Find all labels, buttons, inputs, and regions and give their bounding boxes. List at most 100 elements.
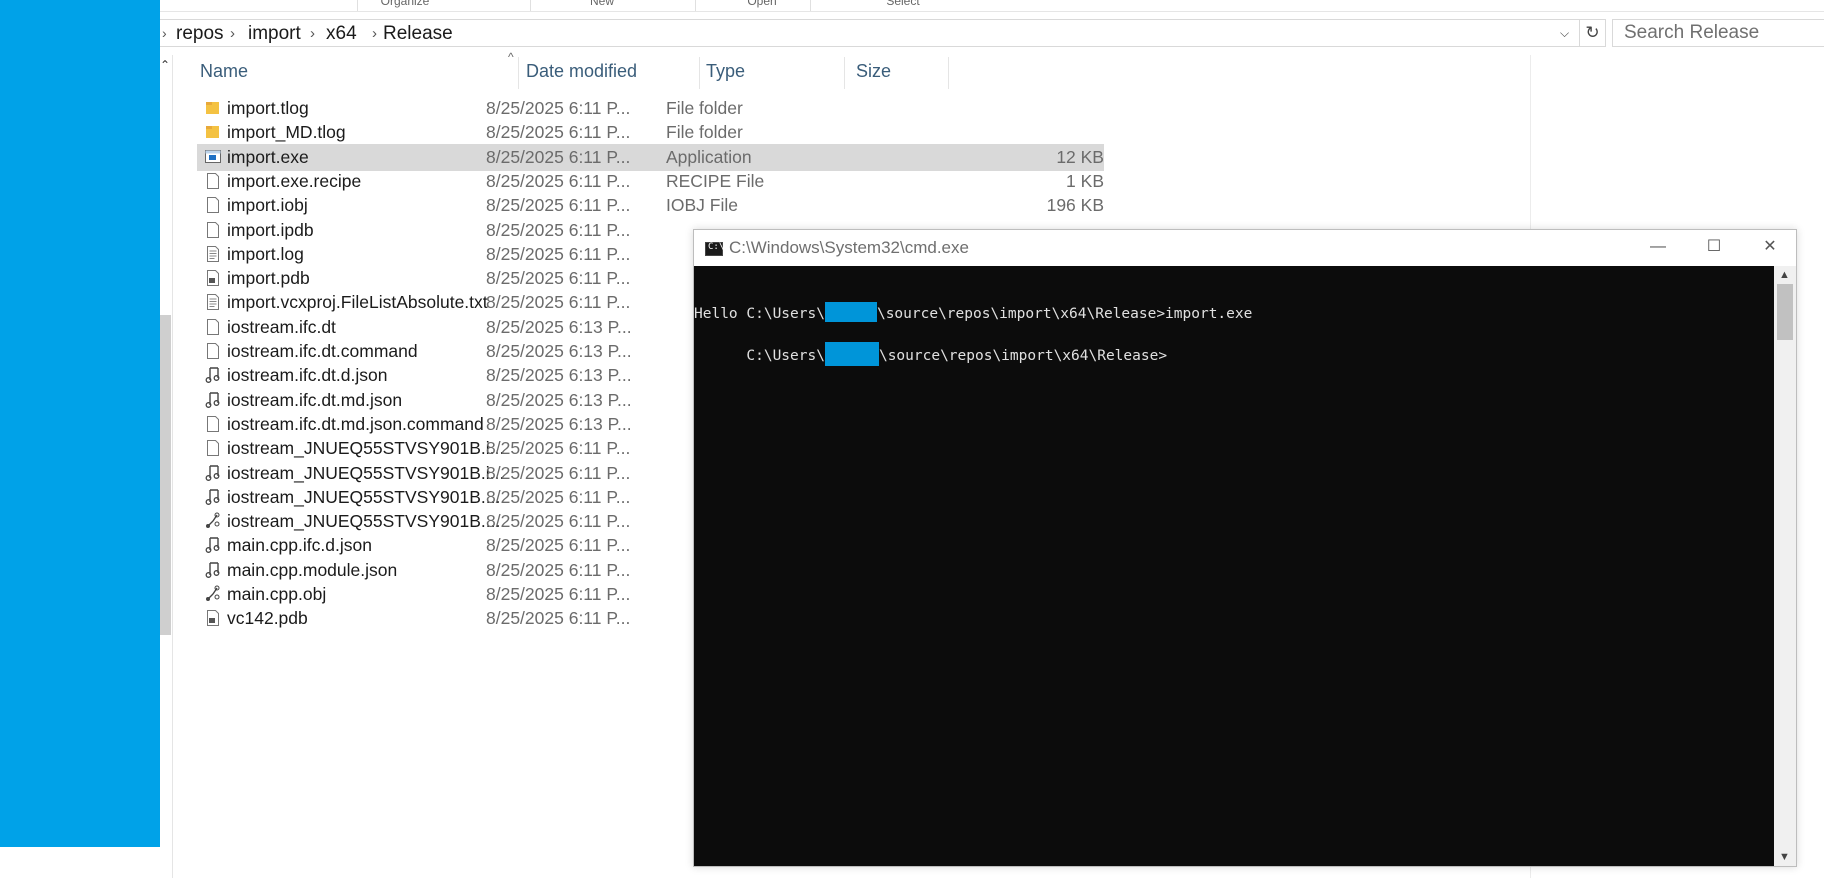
address-bar[interactable]: › repos › import › x64 › Release ⌵ <box>160 19 1580 47</box>
close-button[interactable]: ✕ <box>1742 230 1798 266</box>
cmd-console-output[interactable]: C:\Users\ \source\repos\import\x64\Releas… <box>694 266 1774 866</box>
pdb-file-icon <box>205 269 221 287</box>
breadcrumb-chevron-icon[interactable]: › <box>310 25 315 42</box>
file-name: main.cpp.module.json <box>227 559 398 580</box>
file-name: iostream.ifc.dt <box>227 316 336 337</box>
file-row[interactable]: import.iobj 8/25/2025 6:11 P... IOBJ File 1… <box>197 192 1104 219</box>
json-file-icon <box>205 536 221 554</box>
text-file-icon <box>205 245 221 263</box>
ribbon-group-labels: Organize New Open Select <box>160 0 1824 12</box>
column-header-type[interactable]: Type <box>706 61 745 82</box>
file-type: IOBJ File <box>666 195 738 216</box>
file-name: main.cpp.ifc.d.json <box>227 535 372 556</box>
file-date-modified: 8/25/2025 6:11 P... <box>486 219 631 240</box>
console-path-prefix: C:\Users\ <box>746 306 825 322</box>
breadcrumb-overflow-chevron-icon[interactable]: › <box>162 25 167 41</box>
file-date-modified: 8/25/2025 6:13 P... <box>486 341 632 361</box>
file-name: iostream_JNUEQ55STVSY901B.... <box>227 486 501 507</box>
refresh-icon: ↻ <box>1585 23 1600 42</box>
breadcrumb-chevron-icon[interactable]: › <box>230 25 235 42</box>
file-name: iostream_JNUEQ55STVSY901B.i... <box>227 438 505 459</box>
ribbon-separator <box>695 0 696 11</box>
file-name: import.vcxproj.FileListAbsolute.txt <box>227 292 488 313</box>
breadcrumb-release[interactable]: Release <box>383 23 453 45</box>
file-date-modified: 8/25/2025 6:13 P... <box>486 389 632 410</box>
object-file-icon <box>205 512 221 530</box>
file-name: import.iobj <box>227 195 308 216</box>
cmd-vertical-scrollbar[interactable]: ▲ ▼ <box>1774 266 1796 866</box>
file-date-modified: 8/25/2025 6:13 P... <box>486 365 632 386</box>
file-icon <box>205 318 221 336</box>
json-file-icon <box>205 488 221 506</box>
scroll-down-arrow-icon[interactable]: ▼ <box>1779 851 1790 863</box>
refresh-button[interactable]: ↻ <box>1580 19 1606 47</box>
desktop-blue-panel <box>0 0 160 847</box>
file-size: 196 KB <box>1046 195 1104 216</box>
file-type: RECIPE File <box>666 170 765 191</box>
file-type: Application <box>666 146 752 167</box>
cmd-app-icon[interactable]: C:\ <box>705 242 724 256</box>
breadcrumb-x64[interactable]: x64 <box>326 23 357 45</box>
column-divider[interactable] <box>699 57 700 89</box>
cmd-window[interactable]: C:\ C:\Windows\System32\cmd.exe — ☐ ✕ C:… <box>693 229 1797 867</box>
maximize-button[interactable]: ☐ <box>1686 230 1742 266</box>
file-size: 12 KB <box>1056 146 1104 167</box>
search-input[interactable]: Search Release <box>1612 19 1824 47</box>
breadcrumb-chevron-icon[interactable]: › <box>372 25 377 42</box>
ribbon-separator <box>357 0 358 11</box>
file-row[interactable]: import_MD.tlog 8/25/2025 6:11 P... File fo… <box>197 119 1104 146</box>
file-type: File folder <box>666 122 743 143</box>
file-name: import.log <box>227 243 304 264</box>
file-date-modified: 8/25/2025 6:13 P... <box>486 413 632 434</box>
cmd-scrollbar-thumb[interactable] <box>1777 284 1793 340</box>
ribbon-group-organize[interactable]: Organize <box>320 0 490 8</box>
file-name: import.exe <box>227 146 309 167</box>
column-divider[interactable] <box>518 57 519 89</box>
file-date-modified: 8/25/2025 6:11 P... <box>486 535 631 556</box>
nav-pane-divider[interactable] <box>172 55 173 878</box>
file-date-modified: 8/25/2025 6:11 P... <box>486 608 631 629</box>
file-date-modified: 8/25/2025 6:11 P... <box>486 584 631 604</box>
redacted-username <box>824 342 879 366</box>
json-file-icon <box>205 391 221 409</box>
file-row[interactable]: import.exe 8/25/2025 6:11 P... Application… <box>197 143 1104 171</box>
file-name: import.pdb <box>227 268 310 289</box>
file-icon <box>205 415 221 433</box>
column-divider[interactable] <box>948 57 949 89</box>
file-name: import.ipdb <box>227 219 314 240</box>
nav-pane-scrollbar-thumb[interactable] <box>160 315 171 635</box>
column-header-size[interactable]: Size <box>856 61 891 82</box>
minimize-button[interactable]: — <box>1630 230 1686 266</box>
file-icon <box>205 439 221 457</box>
ribbon-group-select[interactable]: Select <box>818 0 988 8</box>
file-date-modified: 8/25/2025 6:11 P... <box>486 462 631 483</box>
address-dropdown-chevron-icon[interactable]: ⌵ <box>1560 26 1576 42</box>
file-row[interactable]: import.tlog 8/25/2025 6:11 P... File folde… <box>197 95 1104 122</box>
cmd-window-title: C:\Windows\System32\cmd.exe <box>729 238 969 257</box>
console-line: C:\Users\ \source\repos\import\x64\Releas… <box>694 326 1167 382</box>
json-file-icon <box>205 366 221 384</box>
file-date-modified: 8/25/2025 6:11 P... <box>486 438 631 459</box>
column-header-date-modified[interactable]: Date modified <box>526 61 637 82</box>
file-name: import_MD.tlog <box>227 122 346 143</box>
breadcrumb-import[interactable]: import <box>248 23 301 45</box>
sort-ascending-icon: ^ <box>508 50 514 64</box>
file-date-modified: 8/25/2025 6:11 P... <box>486 511 631 532</box>
breadcrumb-repos[interactable]: repos <box>176 23 224 45</box>
file-icon <box>205 172 221 190</box>
file-name: import.exe.recipe <box>227 170 362 191</box>
column-divider[interactable] <box>844 57 845 89</box>
scroll-up-arrow-icon[interactable]: ▲ <box>1779 269 1790 281</box>
ribbon-group-new[interactable]: New <box>517 0 687 8</box>
file-date-modified: 8/25/2025 6:11 P... <box>486 486 631 507</box>
folder-icon <box>205 123 221 141</box>
ribbon-separator <box>810 0 811 11</box>
file-size: 1 KB <box>1066 170 1104 191</box>
file-row[interactable]: import.exe.recipe 8/25/2025 6:11 P... RECI… <box>197 168 1104 195</box>
cmd-titlebar[interactable]: C:\ C:\Windows\System32\cmd.exe — ☐ ✕ <box>694 230 1796 266</box>
file-name: iostream_JNUEQ55STVSY901B.... <box>227 511 501 532</box>
column-header-name[interactable]: Name <box>200 61 248 82</box>
ribbon-separator <box>530 0 531 11</box>
redacted-username <box>824 302 877 322</box>
text-file-icon <box>205 293 221 311</box>
